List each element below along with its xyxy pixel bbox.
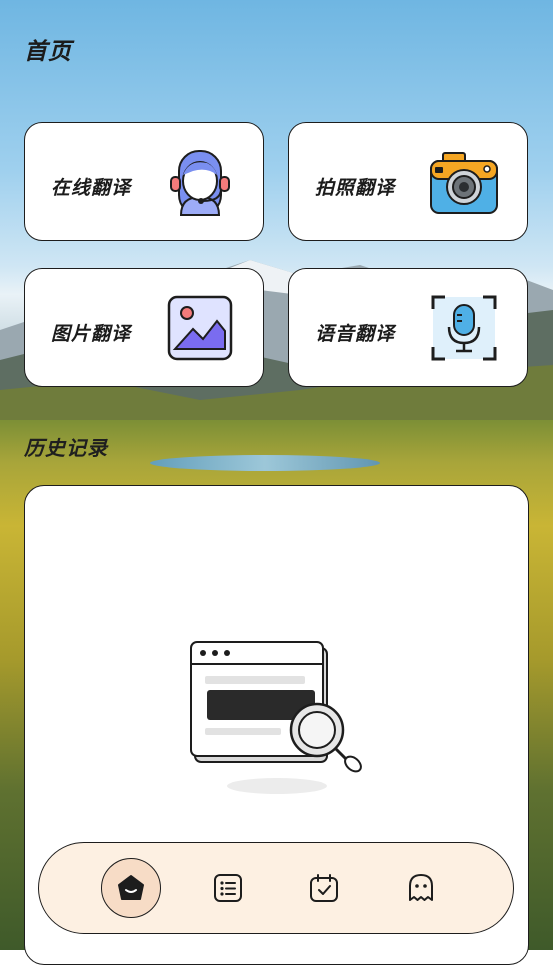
microphone-icon: [431, 295, 497, 361]
image-icon: [167, 295, 233, 361]
voice-translate-label: 语音翻译: [315, 323, 396, 345]
home-icon: [118, 875, 144, 900]
empty-state-illustration: [190, 641, 362, 794]
list-icon: [214, 874, 242, 902]
tab-calendar[interactable]: [294, 858, 354, 918]
tab-home[interactable]: [101, 858, 161, 918]
bottom-tab-bar: [38, 842, 514, 934]
image-translate-card[interactable]: 图片翻译: [24, 268, 264, 387]
camera-icon: [430, 152, 498, 214]
page-title: 首页: [24, 39, 72, 65]
ghost-icon: [409, 874, 433, 901]
online-translate-card[interactable]: 在线翻译: [24, 122, 264, 241]
tab-ghost[interactable]: [391, 858, 451, 918]
photo-translate-label: 拍照翻译: [315, 177, 396, 199]
online-translate-label: 在线翻译: [51, 177, 132, 199]
calendar-check-icon: [310, 874, 338, 902]
voice-translate-card[interactable]: 语音翻译: [288, 268, 528, 387]
photo-translate-card[interactable]: 拍照翻译: [288, 122, 528, 241]
lake: [150, 455, 380, 471]
history-title: 历史记录: [24, 436, 108, 460]
tab-list[interactable]: [198, 858, 258, 918]
customer-service-icon: [170, 150, 230, 216]
image-translate-label: 图片翻译: [51, 323, 132, 345]
